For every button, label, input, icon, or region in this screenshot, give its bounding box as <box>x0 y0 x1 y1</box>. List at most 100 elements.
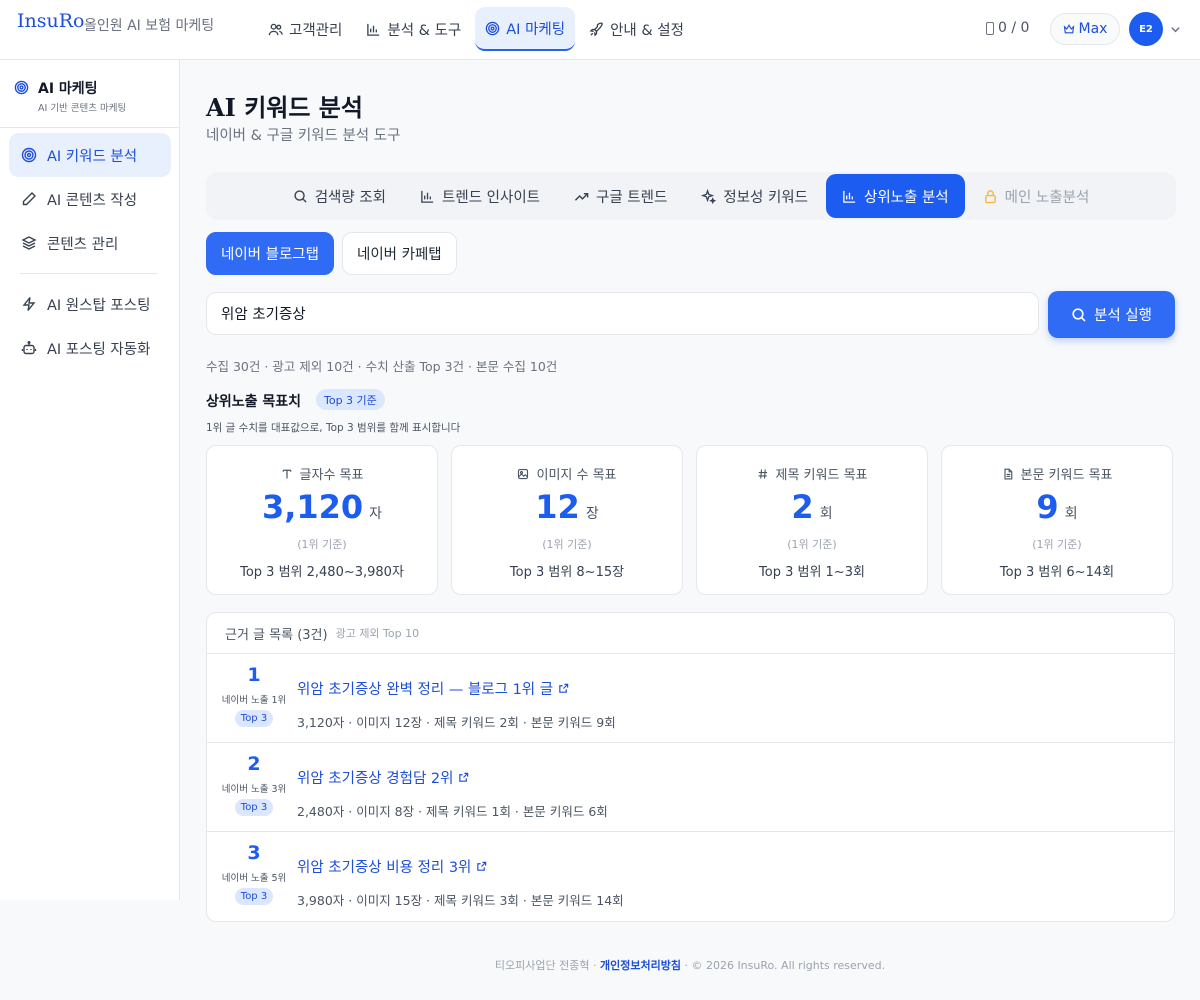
row-title-link[interactable]: 위암 초기증상 경험담 2위 <box>297 767 469 788</box>
target-badge: Top 3 기준 <box>316 389 385 410</box>
list-item: 3 네이버 노출 5위 Top 3 위암 초기증상 비용 정리 3위 3,980… <box>207 832 1174 921</box>
card-value: 3,120 자 <box>207 488 437 526</box>
sidebar-item-content-management[interactable]: 콘텐츠 관리 <box>9 221 171 265</box>
sidebar-item-label: AI 원스탑 포스팅 <box>47 297 151 314</box>
logo[interactable]: InsuRo <box>17 10 84 32</box>
list-item: 2 네이버 노출 3위 Top 3 위암 초기증상 경험담 2위 2,480자 … <box>207 743 1174 832</box>
tab-search-volume[interactable]: 검색량 조회 <box>277 174 402 218</box>
row-title-text: 위암 초기증상 비용 정리 3위 <box>297 860 472 876</box>
nav-label: 안내 & 설정 <box>610 22 684 39</box>
card-rank-basis: (1위 기준) <box>542 538 592 551</box>
credit-counter: 0 / 0 <box>986 20 1029 36</box>
sidebar-item-label: 콘텐츠 관리 <box>47 236 119 253</box>
card-label: 글자수 목표 <box>207 464 437 483</box>
nav-label: AI 마케팅 <box>506 21 566 38</box>
plan-badge[interactable]: Max <box>1050 13 1120 45</box>
nav-ai-marketing[interactable]: AI 마케팅 <box>475 7 576 51</box>
card-unit: 장 <box>585 506 599 522</box>
subtab-naver-cafe[interactable]: 네이버 카페탭 <box>342 232 457 275</box>
evidence-list: 근거 글 목록 (3건) 광고 제외 Top 10 1 네이버 노출 1위 To… <box>206 612 1175 922</box>
card-image-count: 이미지 수 목표 12 장 (1위 기준) Top 3 범위 8~15장 <box>451 445 683 595</box>
sidebar-item-content-writing[interactable]: AI 콘텐츠 작성 <box>9 177 171 221</box>
row-rank: 네이버 노출 3위 <box>221 784 287 795</box>
card-label: 제목 키워드 목표 <box>697 464 927 483</box>
target-note: 1위 글 수치를 대표값으로, Top 3 범위를 함께 표시합니다 <box>206 422 461 434</box>
sidebar-item-posting-automation[interactable]: AI 포스팅 자동화 <box>9 326 171 370</box>
card-label-text: 글자수 목표 <box>299 468 364 483</box>
file-icon <box>1003 468 1012 479</box>
search-icon <box>1072 307 1086 322</box>
credit-value: 0 / 0 <box>998 20 1030 36</box>
target-icon <box>14 80 29 95</box>
card-label-text: 본문 키워드 목표 <box>1020 468 1113 483</box>
sidebar-item-keyword-analysis[interactable]: AI 키워드 분석 <box>9 133 171 177</box>
external-link-icon <box>477 861 487 871</box>
chevron-down-icon[interactable] <box>1170 24 1181 35</box>
tab-main-exposure[interactable]: 메인 노출분석 <box>967 174 1106 218</box>
image-icon <box>518 468 529 479</box>
row-title-link[interactable]: 위암 초기증상 비용 정리 3위 <box>297 856 487 877</box>
row-title-link[interactable]: 위암 초기증상 완벽 정리 — 블로그 1위 글 <box>297 678 569 699</box>
sparkle-icon <box>701 188 717 204</box>
sidebar-subtitle: AI 기반 콘텐츠 마케팅 <box>38 103 127 114</box>
tab-label: 상위노출 분석 <box>863 189 949 206</box>
row-meta: 2,480자 · 이미지 8장 · 제목 키워드 1회 · 본문 키워드 6회 <box>297 804 608 819</box>
target-cards: 글자수 목표 3,120 자 (1위 기준) Top 3 범위 2,480~3,… <box>206 445 1173 595</box>
card-number: 9 <box>1036 488 1059 526</box>
robot-icon <box>21 341 37 355</box>
avatar[interactable]: E2 <box>1129 12 1163 46</box>
keyword-input[interactable] <box>206 292 1039 335</box>
row-badge: Top 3 <box>235 710 273 727</box>
bar-chart-icon <box>367 23 380 36</box>
pencil-icon <box>22 192 36 206</box>
card-rank-basis: (1위 기준) <box>297 538 347 551</box>
sidebar-item-onestop-posting[interactable]: AI 원스탑 포스팅 <box>9 282 171 326</box>
card-number: 2 <box>791 488 814 526</box>
run-analysis-button[interactable]: 분석 실행 <box>1048 291 1175 338</box>
tab-google-trend[interactable]: 구글 트렌드 <box>558 174 683 218</box>
divider <box>20 273 158 274</box>
sidebar-item-label: AI 키워드 분석 <box>47 148 138 165</box>
card-range: Top 3 범위 8~15장 <box>509 565 625 580</box>
nav-analysis[interactable]: 분석 & 도구 <box>356 7 471 51</box>
bar-chart-icon <box>421 190 434 203</box>
sidebar-item-label: AI 콘텐츠 작성 <box>47 192 138 209</box>
row-rank: 네이버 노출 5위 <box>221 873 287 884</box>
card-value: 12 장 <box>452 488 682 526</box>
trend-up-icon <box>574 192 589 201</box>
card-label: 이미지 수 목표 <box>452 464 682 483</box>
external-link-icon <box>559 683 569 693</box>
list-item: 1 네이버 노출 1위 Top 3 위암 초기증상 완벽 정리 — 블로그 1위… <box>207 654 1174 743</box>
lock-icon <box>984 189 996 203</box>
bar-chart-icon <box>843 190 856 203</box>
analysis-tabs: 검색량 조회 트렌드 인사이트 구글 트렌드 정보성 키워드 상위노출 분석 메… <box>206 172 1176 220</box>
list-header: 근거 글 목록 (3건) 광고 제외 Top 10 <box>207 613 1174 654</box>
card-rank-basis: (1위 기준) <box>1032 538 1082 551</box>
row-title-text: 위암 초기증상 완벽 정리 — 블로그 1위 글 <box>297 682 554 698</box>
privacy-policy-link[interactable]: 개인정보처리방침 <box>600 959 681 972</box>
subtab-naver-blog[interactable]: 네이버 블로그탭 <box>206 232 334 275</box>
row-number: 3 <box>247 842 261 864</box>
row-meta: 3,120자 · 이미지 12장 · 제목 키워드 2회 · 본문 키워드 9회 <box>297 715 616 730</box>
lightning-icon <box>22 297 36 311</box>
target-title: 상위노출 목표치 <box>206 394 302 410</box>
tab-info-keyword[interactable]: 정보성 키워드 <box>685 174 824 218</box>
sidebar: AI 마케팅 AI 기반 콘텐츠 마케팅 AI 키워드 분석 AI 콘텐츠 작성… <box>0 60 180 900</box>
nav-guide-settings[interactable]: 안내 & 설정 <box>579 7 694 51</box>
card-title-keyword: 제목 키워드 목표 2 회 (1위 기준) Top 3 범위 1~3회 <box>696 445 928 595</box>
layers-icon <box>21 236 37 250</box>
card-number: 12 <box>535 488 580 526</box>
tab-label: 트렌드 인사이트 <box>442 189 541 206</box>
row-title-text: 위암 초기증상 경험담 2위 <box>297 771 454 787</box>
card-unit: 회 <box>819 506 833 522</box>
nav-customers[interactable]: 고객관리 <box>258 7 352 51</box>
tab-trend-insight[interactable]: 트렌드 인사이트 <box>404 174 556 218</box>
tab-top-exposure[interactable]: 상위노출 분석 <box>825 174 965 218</box>
footer-copyright: © 2026 InsuRo. All rights reserved. <box>691 959 886 972</box>
card-value: 9 회 <box>942 488 1172 526</box>
card-value: 2 회 <box>697 488 927 526</box>
card-char-count: 글자수 목표 3,120 자 (1위 기준) Top 3 범위 2,480~3,… <box>206 445 438 595</box>
target-icon <box>486 21 500 35</box>
text-icon <box>282 469 291 478</box>
card-body-keyword: 본문 키워드 목표 9 회 (1위 기준) Top 3 범위 6~14회 <box>941 445 1173 595</box>
